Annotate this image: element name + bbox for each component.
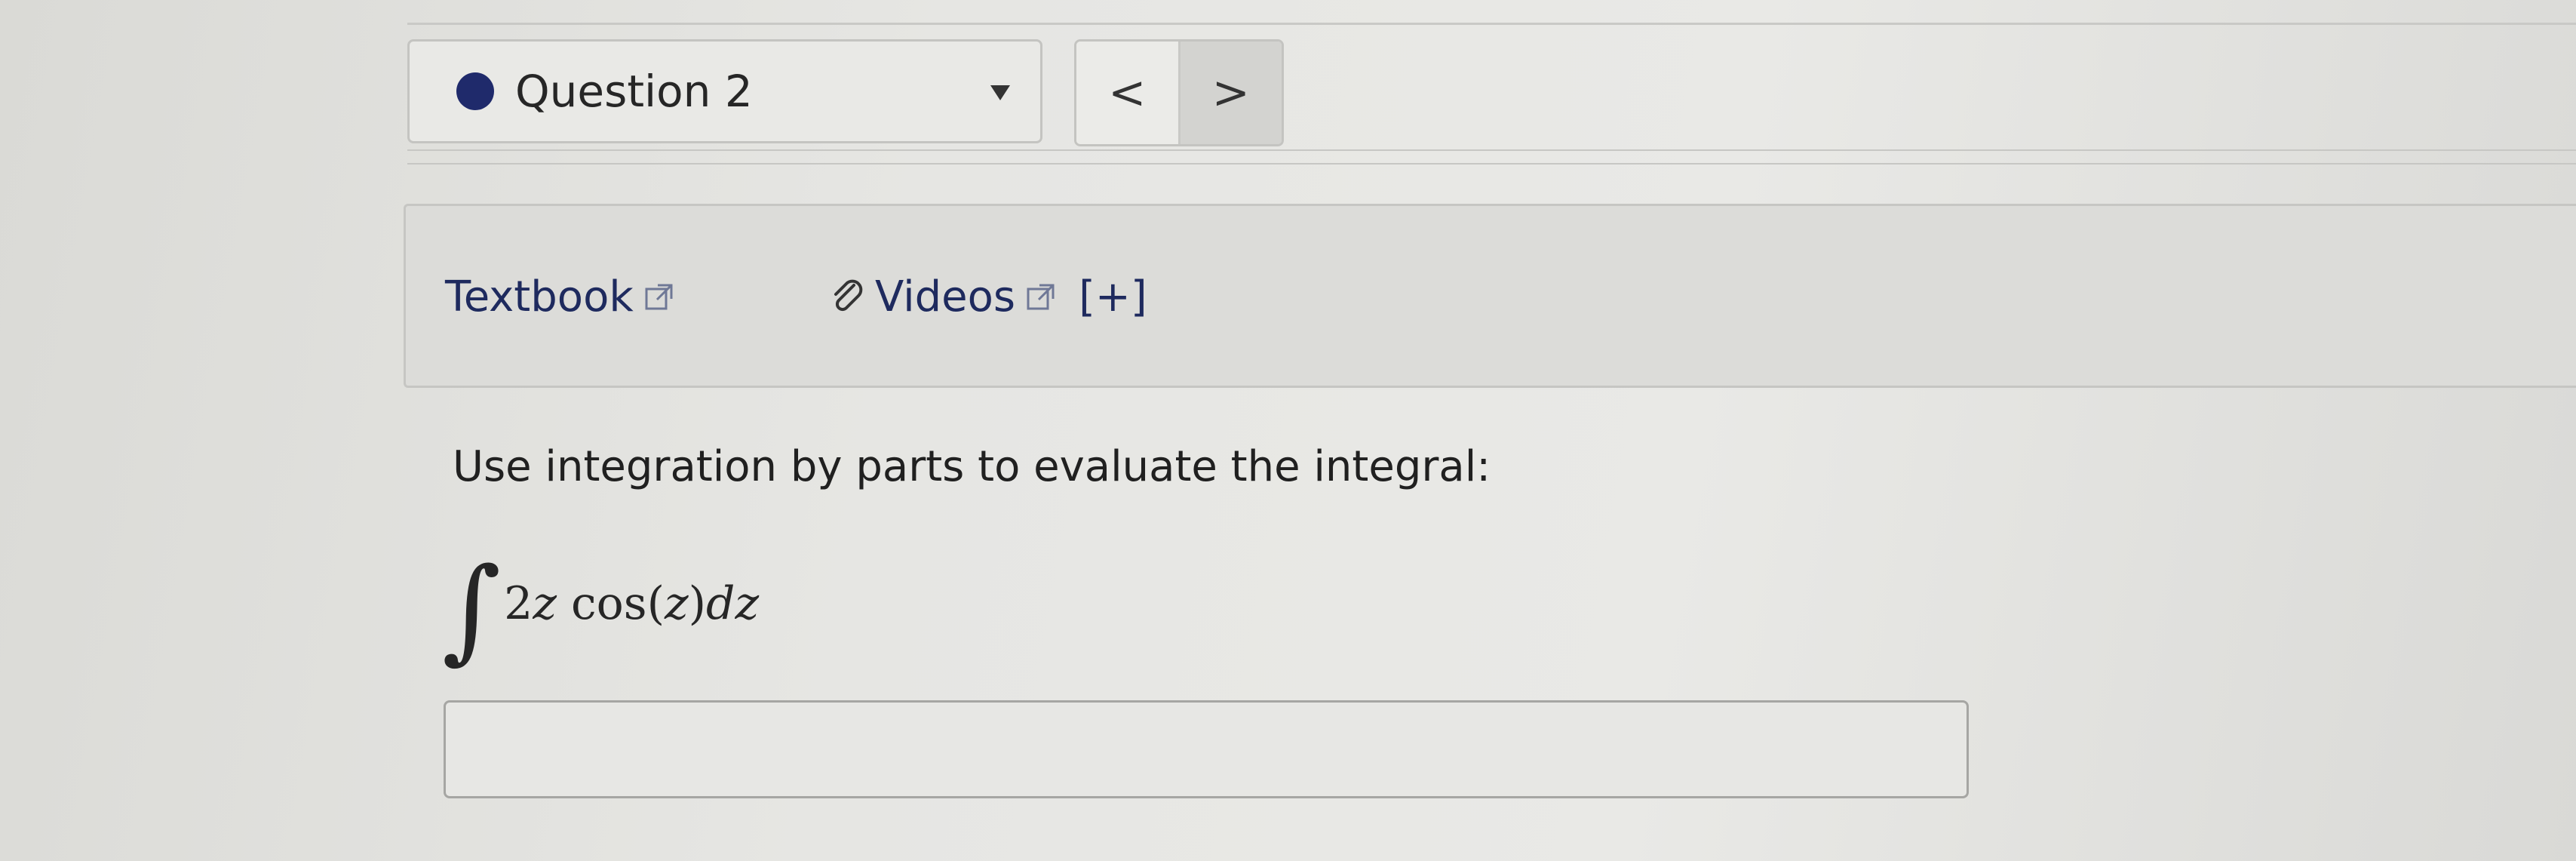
videos-link[interactable]: Videos [+] xyxy=(828,272,1147,321)
resources-panel: Textbook Videos [+] xyxy=(404,204,2576,388)
header-divider xyxy=(407,149,2576,151)
function-name: cos xyxy=(571,577,647,630)
expand-resources-button[interactable]: [+] xyxy=(1079,272,1147,321)
header-divider-lower xyxy=(407,163,2576,165)
variable: z xyxy=(533,577,557,630)
differential: dz xyxy=(706,577,760,630)
problem-instruction: Use integration by parts to evaluate the… xyxy=(453,442,1491,491)
function-argument: z xyxy=(665,577,689,630)
question-status-dot xyxy=(456,72,494,110)
integrand: 2z cos(z)dz xyxy=(504,577,760,630)
videos-label: Videos xyxy=(875,272,1016,321)
answer-input[interactable] xyxy=(444,700,1969,798)
integral-expression: ∫ 2z cos(z)dz xyxy=(442,536,759,672)
question-selector[interactable]: Question 2 xyxy=(407,39,1042,143)
question-label: Question 2 xyxy=(515,66,753,117)
coefficient: 2 xyxy=(504,577,533,630)
textbook-link[interactable]: Textbook xyxy=(445,272,674,321)
next-question-button[interactable]: > xyxy=(1180,42,1282,144)
question-navigation: < > xyxy=(1074,39,1284,146)
integral-sign: ∫ xyxy=(442,544,502,675)
external-link-icon xyxy=(1027,284,1055,309)
external-link-icon xyxy=(645,284,673,309)
top-divider xyxy=(407,23,2576,25)
chevron-down-icon[interactable] xyxy=(990,85,1010,100)
previous-question-button[interactable]: < xyxy=(1076,42,1181,144)
paperclip-icon xyxy=(834,279,863,311)
textbook-label: Textbook xyxy=(445,272,634,321)
